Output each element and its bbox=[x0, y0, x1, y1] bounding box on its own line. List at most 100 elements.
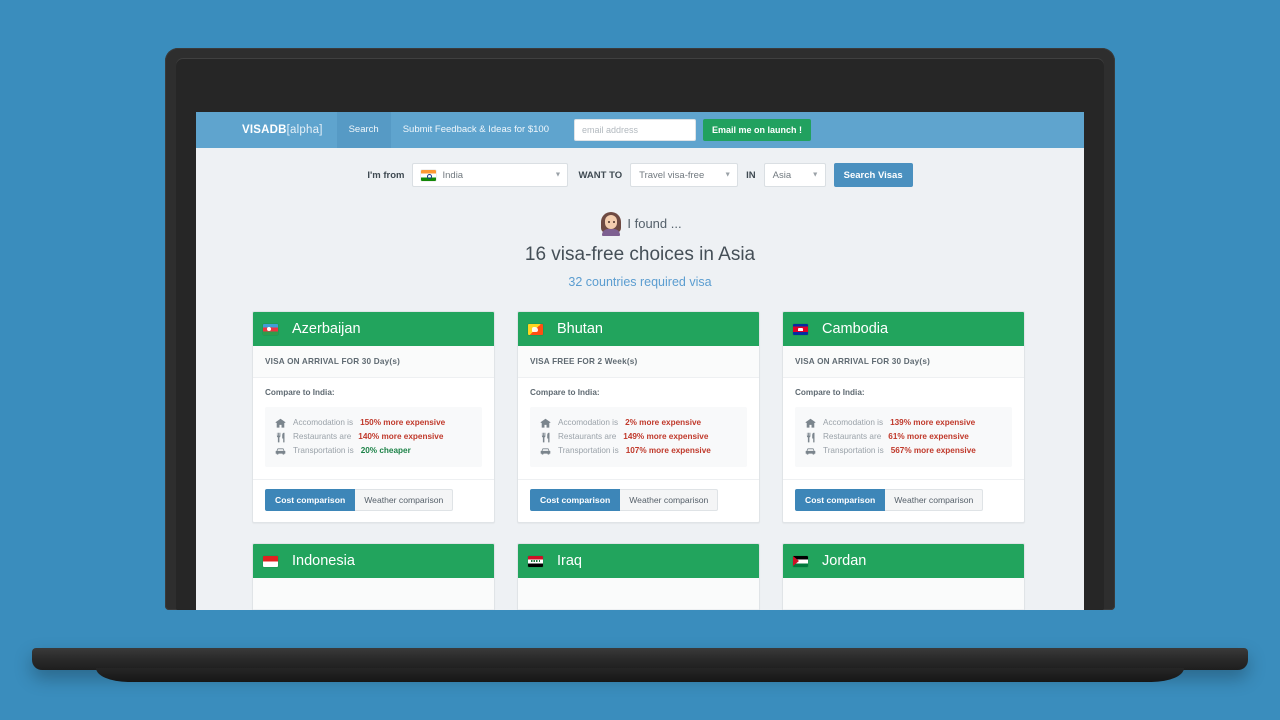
visa-status: VISA FREE FOR 2 Week(s) bbox=[518, 346, 759, 378]
country-card: Jordan bbox=[782, 543, 1025, 610]
restaurants-label: Restaurants are bbox=[558, 432, 617, 441]
restaurants-row: Restaurants are 61% more expensive bbox=[805, 430, 1002, 444]
top-navbar: VISADB[alpha] Search Submit Feedback & I… bbox=[196, 112, 1084, 148]
card-body: VISA ON ARRIVAL FOR 30 Day(s) Compare to… bbox=[783, 346, 1024, 467]
search-visas-button[interactable]: Search Visas bbox=[833, 163, 913, 187]
accommodation-label: Accomodation is bbox=[823, 418, 884, 427]
restaurant-icon bbox=[805, 432, 816, 443]
home-icon bbox=[540, 418, 551, 429]
restaurants-label: Restaurants are bbox=[293, 432, 352, 441]
transportation-row: Transportation is 567% more expensive bbox=[805, 444, 1002, 458]
card-footer: Cost comparison Weather comparison bbox=[253, 479, 494, 522]
weather-comparison-button[interactable]: Weather comparison bbox=[885, 489, 984, 511]
country-card: Iraq bbox=[517, 543, 760, 610]
accommodation-label: Accomodation is bbox=[293, 418, 354, 427]
transportation-value: 107% more expensive bbox=[625, 446, 711, 455]
card-body bbox=[518, 578, 759, 610]
country-card: Azerbaijan VISA ON ARRIVAL FOR 30 Day(s)… bbox=[252, 311, 495, 523]
weather-comparison-button[interactable]: Weather comparison bbox=[620, 489, 719, 511]
browser-screen: VISADB[alpha] Search Submit Feedback & I… bbox=[196, 112, 1084, 610]
card-header: Cambodia bbox=[783, 312, 1024, 346]
card-body bbox=[253, 578, 494, 610]
azerbaijan-flag-icon bbox=[263, 323, 278, 335]
home-icon bbox=[275, 418, 286, 429]
country-card-grid: Azerbaijan VISA ON ARRIVAL FOR 30 Day(s)… bbox=[196, 289, 1084, 610]
cost-comparison-button[interactable]: Cost comparison bbox=[795, 489, 886, 511]
country-name: Iraq bbox=[557, 553, 582, 569]
country-name: Cambodia bbox=[822, 321, 889, 337]
woman-avatar-icon bbox=[598, 210, 624, 236]
jordan-flag-icon bbox=[793, 555, 808, 567]
india-flag-icon bbox=[421, 169, 437, 181]
required-visa-link[interactable]: 32 countries required visa bbox=[196, 275, 1084, 289]
brand-alpha-tag: [alpha] bbox=[286, 124, 323, 136]
card-body: VISA ON ARRIVAL FOR 30 Day(s) Compare to… bbox=[253, 346, 494, 467]
laptop-mockup: VISADB[alpha] Search Submit Feedback & I… bbox=[0, 0, 1280, 720]
card-header: Iraq bbox=[518, 544, 759, 578]
transportation-value: 567% more expensive bbox=[890, 446, 976, 455]
visa-status bbox=[783, 578, 1024, 610]
car-icon bbox=[275, 446, 286, 457]
brand-logo[interactable]: VISADB[alpha] bbox=[242, 124, 337, 136]
cost-comparison-button[interactable]: Cost comparison bbox=[530, 489, 621, 511]
country-name: Bhutan bbox=[557, 321, 603, 337]
restaurants-row: Restaurants are 140% more expensive bbox=[275, 430, 472, 444]
car-icon bbox=[805, 446, 816, 457]
card-footer: Cost comparison Weather comparison bbox=[518, 479, 759, 522]
compare-label: Compare to India: bbox=[795, 388, 865, 397]
restaurant-icon bbox=[275, 432, 286, 443]
iraq-flag-icon bbox=[528, 555, 543, 567]
visa-status bbox=[253, 578, 494, 610]
card-footer: Cost comparison Weather comparison bbox=[783, 479, 1024, 522]
brand-name: VISADB bbox=[242, 124, 287, 136]
transportation-label: Transportation is bbox=[558, 446, 619, 455]
transportation-label: Transportation is bbox=[823, 446, 884, 455]
restaurant-icon bbox=[540, 432, 551, 443]
results-header: I found ... 16 visa-free choices in Asia… bbox=[196, 202, 1084, 289]
cost-comparison-box: Accomodation is 2% more expensive Restau… bbox=[530, 407, 747, 467]
restaurants-value: 149% more expensive bbox=[623, 432, 709, 441]
accommodation-row: Accomodation is 2% more expensive bbox=[540, 416, 737, 430]
accommodation-value: 150% more expensive bbox=[360, 418, 446, 427]
country-card: Cambodia VISA ON ARRIVAL FOR 30 Day(s) C… bbox=[782, 311, 1025, 523]
card-header: Bhutan bbox=[518, 312, 759, 346]
country-name: Indonesia bbox=[292, 553, 355, 569]
accommodation-label: Accomodation is bbox=[558, 418, 619, 427]
search-bar: I'm from India ▼ WANT TO Travel visa-fre… bbox=[196, 148, 1084, 202]
want-to-label: WANT TO bbox=[578, 169, 623, 181]
home-icon bbox=[805, 418, 816, 429]
chevron-down-icon: ▼ bbox=[724, 171, 732, 179]
chevron-down-icon: ▼ bbox=[554, 171, 562, 179]
travel-type-value: Travel visa-free bbox=[639, 169, 705, 181]
country-from-value: India bbox=[442, 169, 464, 181]
restaurants-value: 140% more expensive bbox=[358, 432, 444, 441]
card-body: VISA FREE FOR 2 Week(s) Compare to India… bbox=[518, 346, 759, 467]
card-header: Azerbaijan bbox=[253, 312, 494, 346]
results-title: 16 visa-free choices in Asia bbox=[524, 244, 756, 265]
in-label: IN bbox=[746, 169, 756, 181]
indonesia-flag-icon bbox=[263, 555, 278, 567]
country-name: Azerbaijan bbox=[292, 321, 361, 337]
card-body bbox=[783, 578, 1024, 610]
country-name: Jordan bbox=[822, 553, 867, 569]
from-label: I'm from bbox=[367, 169, 405, 181]
visa-status: VISA ON ARRIVAL FOR 30 Day(s) bbox=[253, 346, 494, 378]
restaurants-row: Restaurants are 149% more expensive bbox=[540, 430, 737, 444]
card-header: Indonesia bbox=[253, 544, 494, 578]
weather-comparison-button[interactable]: Weather comparison bbox=[355, 489, 454, 511]
cambodia-flag-icon bbox=[793, 323, 808, 335]
cost-comparison-box: Accomodation is 139% more expensive Rest… bbox=[795, 407, 1012, 467]
region-select[interactable]: Asia ▼ bbox=[763, 163, 826, 187]
country-card: Indonesia bbox=[252, 543, 495, 610]
email-me-on-launch-button[interactable]: Email me on launch ! bbox=[702, 119, 812, 141]
cost-comparison-button[interactable]: Cost comparison bbox=[265, 489, 356, 511]
nav-link-search[interactable]: Search bbox=[336, 112, 391, 148]
laptop-base bbox=[32, 648, 1248, 670]
compare-label: Compare to India: bbox=[530, 388, 600, 397]
travel-type-select[interactable]: Travel visa-free ▼ bbox=[630, 163, 739, 187]
restaurants-value: 61% more expensive bbox=[888, 432, 969, 441]
accommodation-row: Accomodation is 150% more expensive bbox=[275, 416, 472, 430]
email-input[interactable] bbox=[573, 119, 696, 141]
nav-link-submit-feedback[interactable]: Submit Feedback & Ideas for $100 bbox=[391, 112, 561, 148]
country-from-select[interactable]: India ▼ bbox=[412, 163, 569, 187]
